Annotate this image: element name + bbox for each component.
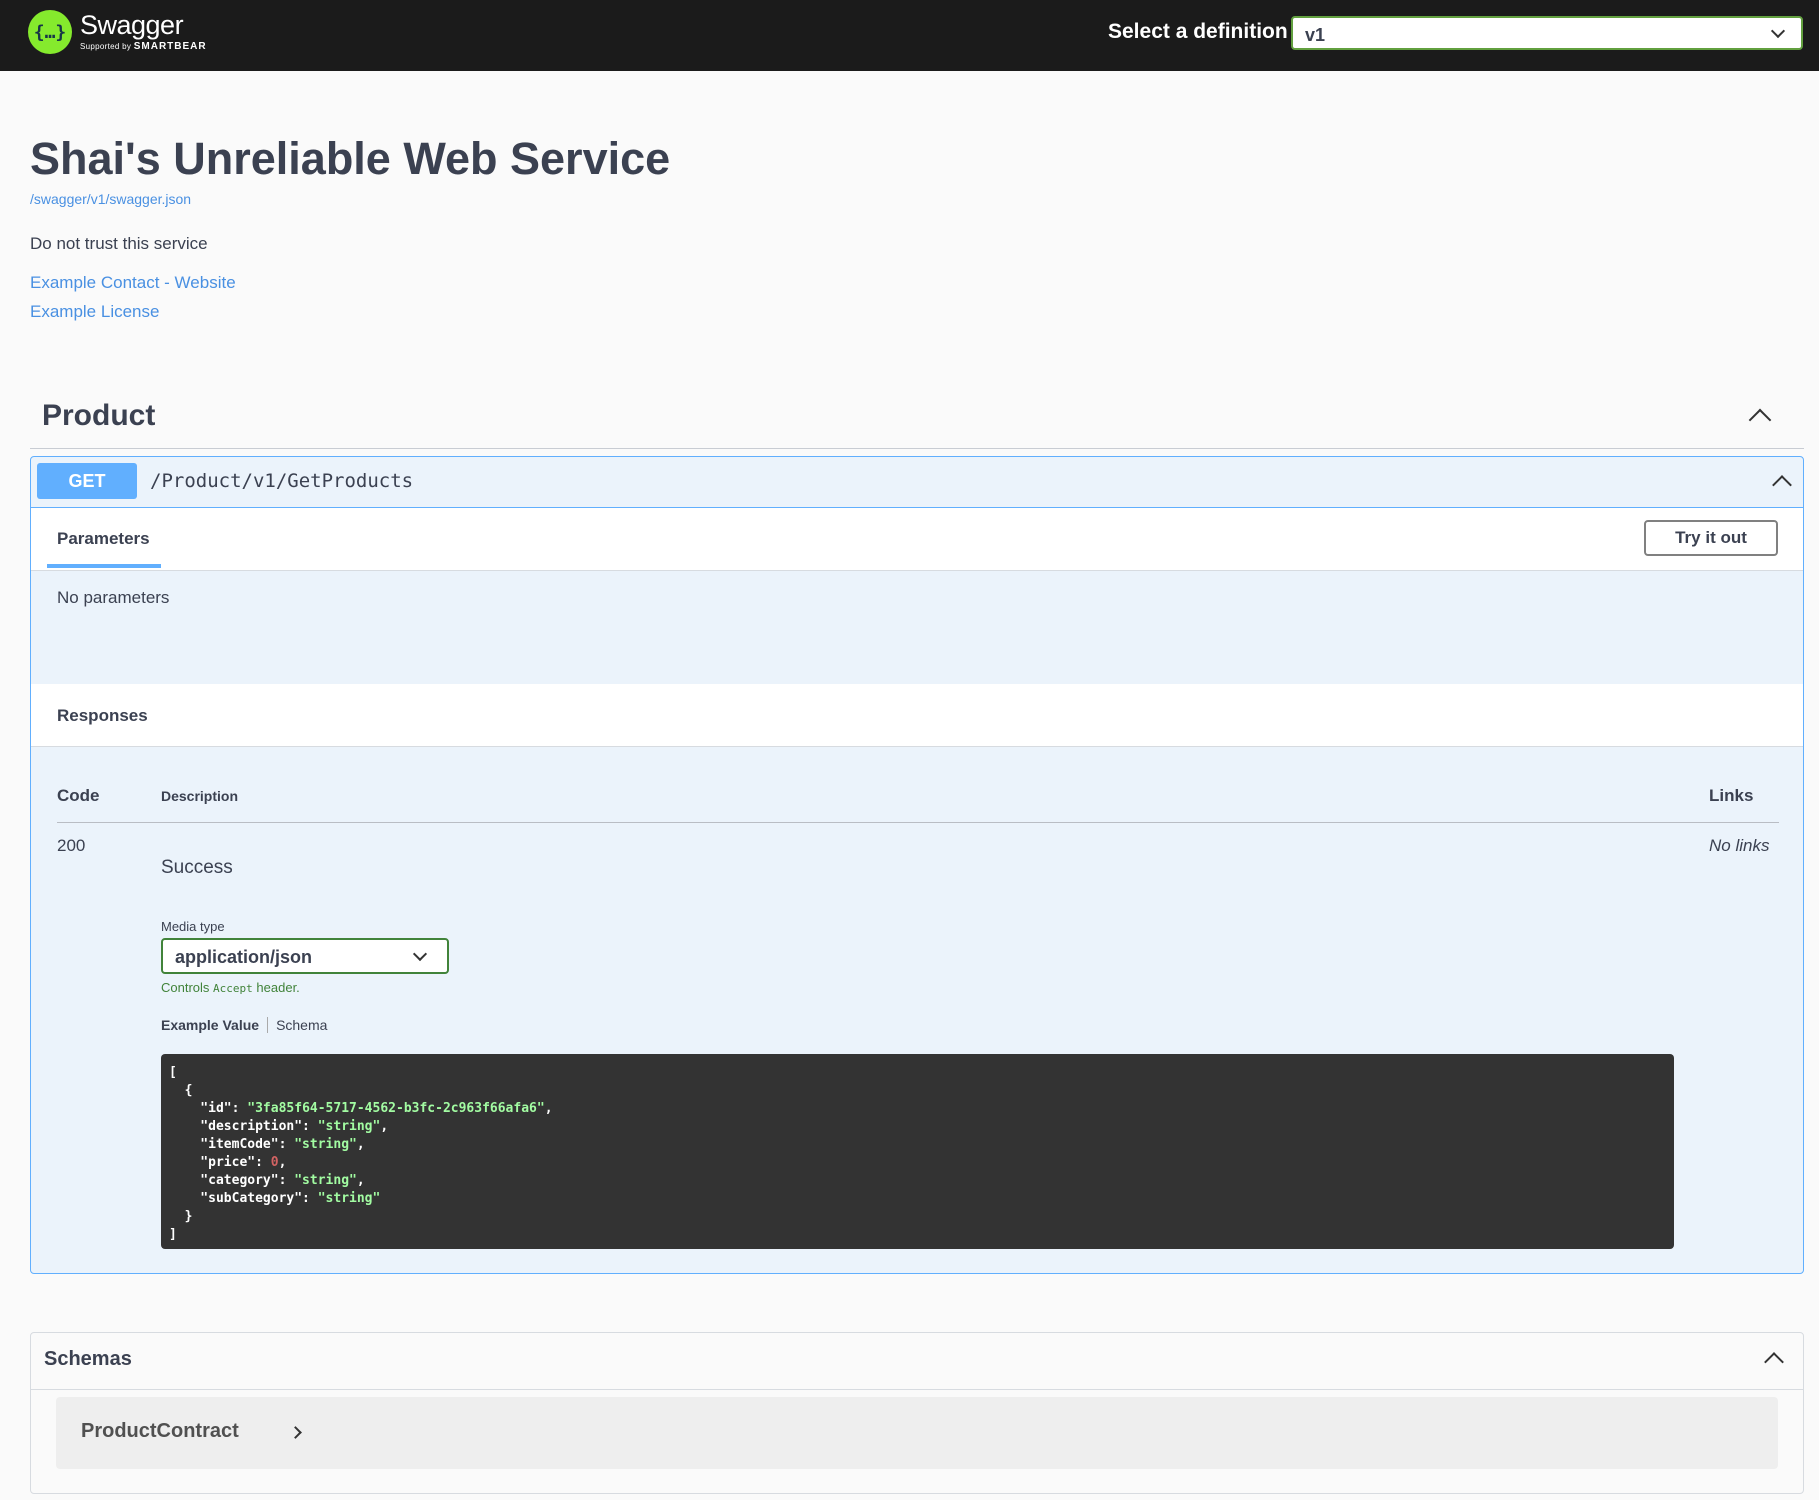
tab-example-value[interactable]: Example Value <box>161 1017 259 1033</box>
media-type-select[interactable]: application/json <box>161 938 449 974</box>
operation-path: /Product/v1/GetProducts <box>150 470 414 492</box>
tag-divider <box>30 448 1804 449</box>
api-description: Do not trust this service <box>30 234 208 253</box>
controls-accept-note: Controls Accept header. <box>161 980 300 995</box>
code-line: "category": "string", <box>169 1173 365 1188</box>
code-line: } <box>169 1209 193 1224</box>
license-link[interactable]: Example License <box>30 302 159 322</box>
model-name: ProductContract <box>81 1420 239 1442</box>
contact-link[interactable]: Example Contact - Website <box>30 273 236 293</box>
tab-active-indicator <box>47 564 161 568</box>
example-json-code: [ { "id": "3fa85f64-5717-4562-b3fc-2c963… <box>161 1054 1674 1249</box>
media-type-label: Media type <box>161 919 225 934</box>
try-it-out-button[interactable]: Try it out <box>1644 520 1778 556</box>
collapse-tag-icon[interactable] <box>1748 408 1772 432</box>
controls-prefix: Controls <box>161 980 210 995</box>
code-line: "subCategory": "string" <box>169 1191 381 1206</box>
schemas-title: Schemas <box>44 1348 132 1370</box>
response-code: 200 <box>57 836 86 855</box>
responses-header: Responses <box>31 684 1803 747</box>
column-header-description: Description <box>161 788 239 804</box>
chevron-down-icon <box>1770 23 1786 39</box>
column-header-code: Code <box>57 786 100 805</box>
logo-sub-brand: SMARTBEAR <box>133 41 207 52</box>
chevron-right-icon <box>289 1426 302 1439</box>
response-links: No links <box>1709 836 1770 855</box>
code-line: ] <box>169 1227 177 1242</box>
page-title: Shai's Unreliable Web Service <box>30 133 671 184</box>
logo-text: Swagger Supported by SMARTBEAR <box>80 12 207 52</box>
logo-word: Swagger <box>80 10 184 40</box>
controls-code: Accept <box>213 982 253 995</box>
operation-block: GET /Product/v1/GetProducts Parameters T… <box>30 456 1804 1274</box>
column-header-links: Links <box>1709 786 1754 805</box>
parameters-header: Parameters <box>31 508 1803 571</box>
tab-separator <box>267 1017 269 1033</box>
no-parameters-text: No parameters <box>57 588 170 607</box>
collapse-operation-icon[interactable] <box>1772 475 1792 495</box>
chevron-down-icon <box>412 946 428 962</box>
schema-model-productcontract[interactable]: ProductContract <box>56 1397 1778 1469</box>
code-line: "description": "string", <box>169 1119 389 1134</box>
tab-parameters[interactable]: Parameters <box>57 529 150 549</box>
definition-label: Select a definition <box>1108 20 1288 43</box>
collapse-schemas-icon[interactable] <box>1764 1352 1784 1372</box>
response-description: Success <box>161 857 233 878</box>
media-type-value: application/json <box>175 947 313 967</box>
example-tabs: Example Value Schema <box>161 1017 327 1033</box>
definition-value: v1 <box>1305 25 1326 45</box>
spec-url-link[interactable]: /swagger/v1/swagger.json <box>30 191 191 207</box>
logo-sub-prefix: Supported by <box>80 42 132 51</box>
schemas-section: Schemas ProductContract <box>30 1332 1804 1494</box>
code-line: [ <box>169 1065 177 1080</box>
definition-select[interactable]: v1 <box>1291 16 1803 50</box>
code-line: "price": 0, <box>169 1155 287 1170</box>
method-badge: GET <box>37 463 137 499</box>
code-line: { <box>169 1083 193 1098</box>
operation-summary[interactable]: GET /Product/v1/GetProducts <box>31 457 1803 508</box>
responses-title: Responses <box>57 706 148 725</box>
logo-subtitle: Supported by SMARTBEAR <box>80 42 207 52</box>
code-line: "id": "3fa85f64-5717-4562-b3fc-2c963f66a… <box>169 1101 553 1116</box>
tag-product-title[interactable]: Product <box>42 399 155 433</box>
code-line: "itemCode": "string", <box>169 1137 365 1152</box>
schemas-header[interactable]: Schemas <box>31 1333 1803 1390</box>
tab-schema[interactable]: Schema <box>276 1017 327 1033</box>
topbar: {…} Swagger Supported by SMARTBEAR Selec… <box>0 0 1819 71</box>
swagger-logo[interactable]: {…} Swagger Supported by SMARTBEAR <box>28 10 207 54</box>
responses-divider <box>57 822 1779 823</box>
controls-suffix: header. <box>256 980 300 995</box>
swagger-logo-icon: {…} <box>28 10 72 54</box>
